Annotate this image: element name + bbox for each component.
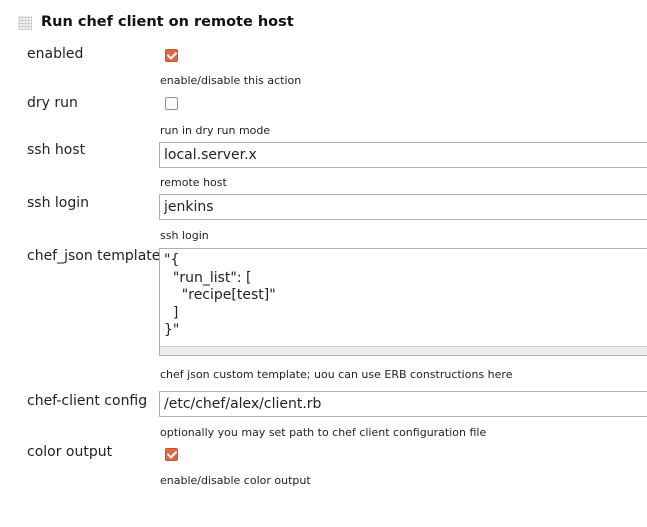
ssh-host-label: ssh host xyxy=(27,142,86,158)
drag-handle-icon[interactable] xyxy=(18,16,32,30)
textarea-resize-handle[interactable] xyxy=(160,346,647,355)
color-output-label: color output xyxy=(27,444,113,460)
dry-run-description: run in dry run mode xyxy=(160,124,271,137)
chef-json-description: chef json custom template; uou can use E… xyxy=(160,368,513,381)
dry-run-checkbox[interactable] xyxy=(165,97,178,110)
ssh-login-label: ssh login xyxy=(27,195,90,211)
section-title: Run chef client on remote host xyxy=(41,14,294,30)
ssh-login-input[interactable] xyxy=(159,194,647,220)
enabled-description: enable/disable this action xyxy=(160,74,302,87)
dry-run-label: dry run xyxy=(27,95,78,111)
chef-client-config-description: optionally you may set path to chef clie… xyxy=(160,426,487,439)
ssh-login-description: ssh login xyxy=(160,229,209,242)
section-header: Run chef client on remote host xyxy=(0,12,647,36)
color-output-description: enable/disable color output xyxy=(160,474,311,487)
enabled-checkbox[interactable] xyxy=(165,49,178,62)
chef-json-label: chef_json template xyxy=(27,248,161,264)
chef-client-config-label: chef-client config xyxy=(27,393,148,409)
chef-json-textarea[interactable]: "{ "run_list": [ "recipe[test]" ] }" xyxy=(160,249,647,346)
ssh-host-description: remote host xyxy=(160,176,227,189)
chef-json-textarea-frame: "{ "run_list": [ "recipe[test]" ] }" xyxy=(159,248,647,356)
ssh-host-input[interactable] xyxy=(159,142,647,168)
enabled-label: enabled xyxy=(27,46,84,62)
chef-client-config-input[interactable] xyxy=(159,391,647,417)
color-output-checkbox[interactable] xyxy=(165,448,178,461)
